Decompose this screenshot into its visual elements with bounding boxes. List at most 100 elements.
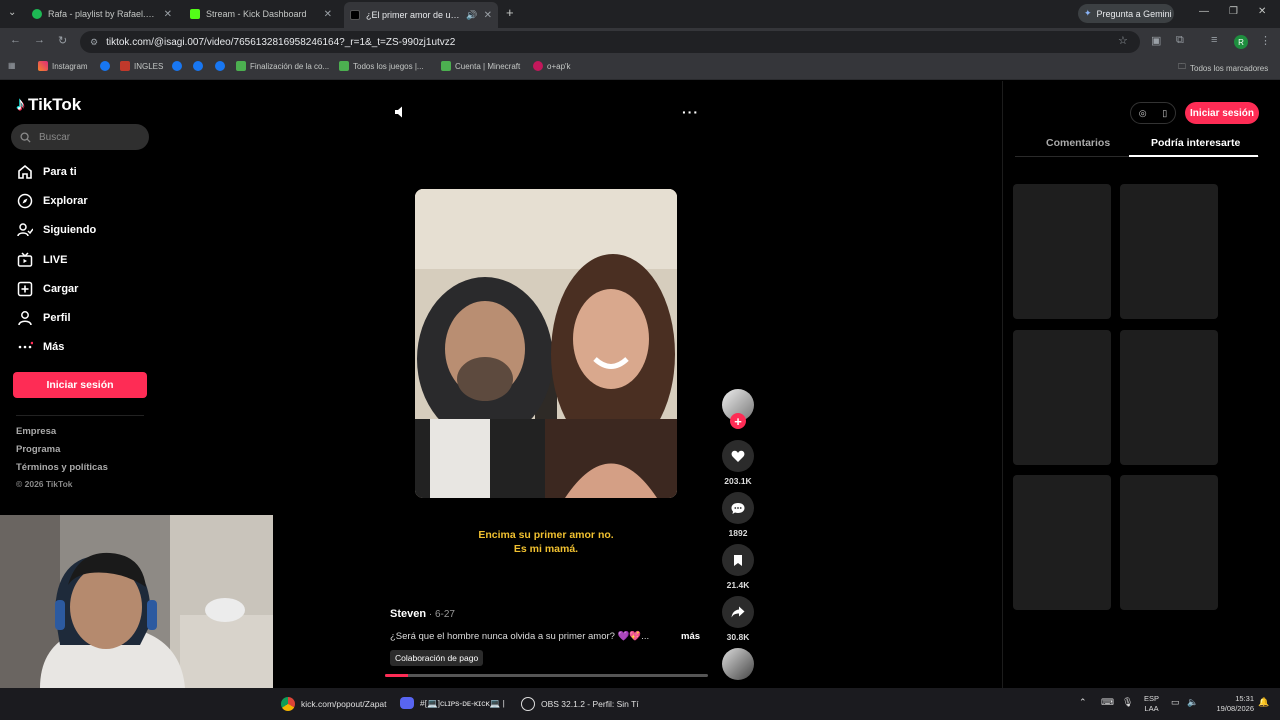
all-bookmarks[interactable]: 🗀 Todos los marcadores bbox=[1178, 61, 1268, 75]
microphone-icon[interactable]: 🎙 bbox=[1122, 697, 1133, 708]
share-button[interactable] bbox=[722, 596, 754, 628]
tiktok-logo[interactable]: ♪ TikTok bbox=[16, 94, 81, 115]
recommended-video-placeholder[interactable] bbox=[1013, 475, 1111, 610]
coin-icon[interactable]: ◎ bbox=[1139, 108, 1147, 119]
nav-explorar[interactable]: Explorar bbox=[16, 192, 88, 209]
footer-programa[interactable]: Programa bbox=[16, 444, 60, 455]
bookmark-star-icon[interactable]: ☆ bbox=[1118, 34, 1128, 47]
bookmark-juegos[interactable]: Todos los juegos |... bbox=[339, 61, 424, 71]
more-button[interactable]: más bbox=[681, 631, 700, 642]
video-author[interactable]: Steven · 6-27 bbox=[390, 608, 455, 620]
taskbar-label: kick.com/popout/Zapat bbox=[301, 699, 387, 709]
volume-tray-icon[interactable]: 🔈 bbox=[1187, 697, 1198, 708]
nav-mas[interactable]: Más bbox=[16, 338, 64, 355]
nav-label: LIVE bbox=[43, 253, 68, 266]
video-progress-bar[interactable] bbox=[385, 674, 708, 677]
new-tab-button[interactable]: + bbox=[506, 5, 514, 20]
recommended-video-placeholder[interactable] bbox=[1120, 475, 1218, 610]
clock[interactable]: 15:31 19/08/2026 bbox=[1208, 694, 1254, 714]
bookmark-instagram[interactable]: Instagram bbox=[38, 61, 88, 71]
menu-icon[interactable]: ⋮ bbox=[1260, 34, 1271, 47]
search-icon bbox=[20, 131, 31, 143]
taskbar-discord[interactable]: #[💻]ᴄʟɪᴘs-ᴅᴇ-ᴋɪᴄᴋ💻 | bbox=[400, 697, 505, 709]
minimize-icon[interactable]: — bbox=[1199, 6, 1209, 17]
forward-icon[interactable]: → bbox=[34, 34, 45, 46]
like-count: 203.1K bbox=[724, 476, 752, 486]
media-icon[interactable]: ≡ bbox=[1211, 34, 1217, 46]
back-icon[interactable]: ← bbox=[10, 34, 21, 46]
live-icon bbox=[16, 251, 33, 268]
profile-avatar[interactable]: R bbox=[1234, 35, 1248, 49]
footer-empresa[interactable]: Empresa bbox=[16, 426, 56, 437]
nav-perfil[interactable]: Perfil bbox=[16, 309, 71, 326]
nav-live[interactable]: LIVE bbox=[16, 251, 67, 268]
tab-search-icon[interactable]: ⌄ bbox=[8, 7, 16, 18]
tab-tiktok[interactable]: ¿El primer amor de un hom 🔊 ✕ bbox=[344, 2, 498, 28]
like-button[interactable] bbox=[722, 440, 754, 472]
network-icon[interactable]: ▭ bbox=[1171, 697, 1180, 708]
bookmark-ingles[interactable]: INGLES bbox=[120, 61, 163, 71]
tab-kick[interactable]: Stream - Kick Dashboard ✕ bbox=[184, 3, 338, 25]
restore-icon[interactable]: ❐ bbox=[1229, 6, 1238, 17]
tab-spotify[interactable]: Rafa - playlist by Rafael.xared | ✕ bbox=[26, 3, 178, 25]
recommended-video-placeholder[interactable] bbox=[1120, 330, 1218, 465]
tab-podria-interesarte[interactable]: Podría interesarte bbox=[1151, 137, 1240, 149]
more-options-icon[interactable]: ··· bbox=[682, 104, 699, 120]
bookmark-facebook-4[interactable] bbox=[215, 61, 225, 71]
caption-line-2: Es mi mamá. bbox=[513, 543, 579, 555]
taskbar-chrome[interactable]: kick.com/popout/Zapat bbox=[281, 697, 387, 711]
recommended-video-placeholder[interactable] bbox=[1013, 330, 1111, 465]
nav-para-ti[interactable]: Para ti bbox=[16, 163, 77, 180]
bookmark-minecraft[interactable]: Cuenta | Minecraft bbox=[441, 61, 520, 71]
close-icon[interactable]: ✕ bbox=[324, 9, 332, 20]
login-button[interactable]: Iniciar sesión bbox=[13, 372, 147, 398]
save-count: 21.4K bbox=[726, 580, 750, 590]
tray-keyboard-icon[interactable]: ⌨ bbox=[1101, 697, 1114, 708]
taskbar-obs[interactable]: OBS 32.1.2 - Perfil: Sin Tí bbox=[521, 697, 639, 711]
apps-icon[interactable]: ▦ bbox=[8, 61, 16, 70]
extensions-icon[interactable]: ⧉ bbox=[1176, 34, 1184, 47]
comment-button[interactable] bbox=[722, 492, 754, 524]
tray-chevron-icon[interactable]: ⌃ bbox=[1079, 697, 1087, 708]
search-input[interactable]: Buscar bbox=[11, 124, 149, 150]
follow-plus-icon[interactable]: + bbox=[730, 413, 746, 429]
close-icon[interactable]: ✕ bbox=[164, 9, 172, 20]
notification-bell-icon[interactable]: 🔔 bbox=[1258, 697, 1269, 708]
nav-cargar[interactable]: Cargar bbox=[16, 280, 78, 297]
recommended-video-placeholder[interactable] bbox=[1013, 184, 1111, 319]
screenshot-icon[interactable]: ▣ bbox=[1151, 34, 1161, 47]
gemini-button[interactable]: ✦ Pregunta a Gemini bbox=[1078, 4, 1174, 23]
taskbar-label: #[💻]ᴄʟɪᴘs-ᴅᴇ-ᴋɪᴄᴋ💻 | bbox=[420, 697, 505, 708]
comment-icon bbox=[731, 502, 745, 514]
window-close-icon[interactable]: ✕ bbox=[1258, 6, 1266, 17]
bookmark-finalizacion[interactable]: Finalización de la co... bbox=[236, 61, 329, 71]
bookmark-facebook-2[interactable] bbox=[172, 61, 182, 71]
url-text[interactable]: tiktok.com/@isagi.007/video/765613281695… bbox=[106, 37, 455, 48]
xbox-icon bbox=[339, 61, 349, 71]
video-player[interactable] bbox=[415, 189, 677, 498]
device-icon[interactable]: ▯ bbox=[1162, 108, 1167, 119]
volume-icon[interactable] bbox=[394, 105, 408, 119]
audio-icon[interactable]: 🔊 bbox=[466, 10, 477, 21]
reload-icon[interactable]: ↻ bbox=[58, 34, 67, 47]
recommended-video-placeholder[interactable] bbox=[1120, 184, 1218, 319]
nav-siguiendo[interactable]: Siguiendo bbox=[16, 221, 96, 238]
nav-label: Explorar bbox=[43, 194, 88, 207]
share-icon bbox=[731, 606, 745, 618]
login-button-top[interactable]: Iniciar sesión bbox=[1185, 102, 1259, 124]
save-button[interactable] bbox=[722, 544, 754, 576]
tab-comentarios[interactable]: Comentarios bbox=[1046, 137, 1110, 149]
xbox-icon bbox=[441, 61, 451, 71]
bookmarks-bar: ▦ Instagram INGLES Finalización de la co… bbox=[0, 56, 1280, 80]
bookmark-facebook-3[interactable] bbox=[193, 61, 203, 71]
address-bar[interactable]: ⚙ tiktok.com/@isagi.007/video/7656132816… bbox=[80, 31, 1140, 53]
author-name[interactable]: Steven bbox=[390, 608, 426, 620]
bookmark-apk[interactable]: o+ap'k bbox=[533, 61, 571, 71]
site-info-icon[interactable]: ⚙ bbox=[90, 37, 98, 48]
close-icon[interactable]: ✕ bbox=[484, 10, 492, 21]
bookmark-facebook[interactable] bbox=[100, 61, 110, 71]
taskbar-label: OBS 32.1.2 - Perfil: Sin Tí bbox=[541, 699, 639, 709]
sound-disc[interactable] bbox=[722, 648, 754, 680]
footer-terminos[interactable]: Términos y políticas bbox=[16, 462, 108, 473]
language-indicator[interactable]: ESP LAA bbox=[1144, 694, 1159, 714]
